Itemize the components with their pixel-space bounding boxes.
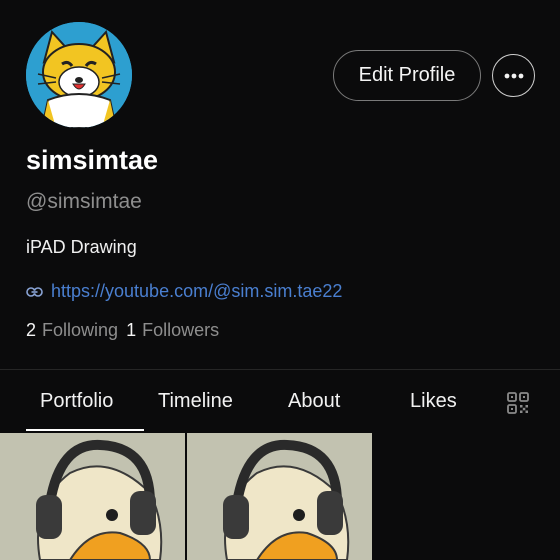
link-icon bbox=[26, 286, 43, 297]
followers-count[interactable]: 1 bbox=[126, 320, 136, 341]
profile-link[interactable]: https://youtube.com/@sim.sim.tae22 bbox=[26, 281, 342, 302]
profile-tabs: Portfolio Timeline About Likes bbox=[0, 372, 560, 432]
portfolio-grid bbox=[0, 433, 560, 560]
divider bbox=[0, 369, 560, 370]
tab-about[interactable]: About bbox=[288, 390, 340, 413]
follow-stats: 2 Following 1 Followers bbox=[26, 320, 221, 341]
display-name: simsimtae bbox=[26, 145, 159, 175]
edit-profile-button[interactable]: Edit Profile bbox=[333, 50, 481, 101]
profile-link-text[interactable]: https://youtube.com/@sim.sim.tae22 bbox=[51, 281, 342, 302]
cat-avatar-illustration bbox=[26, 22, 132, 128]
portfolio-item[interactable] bbox=[0, 433, 185, 560]
tab-likes[interactable]: Likes bbox=[410, 390, 457, 413]
more-button[interactable] bbox=[492, 54, 535, 97]
more-horizontal-icon bbox=[504, 73, 523, 78]
following-label[interactable]: Following bbox=[42, 320, 118, 341]
tab-timeline[interactable]: Timeline bbox=[158, 390, 233, 413]
portfolio-thumbnail bbox=[0, 433, 185, 560]
portfolio-item[interactable] bbox=[187, 433, 372, 560]
qr-code-icon[interactable] bbox=[506, 391, 530, 415]
followers-label[interactable]: Followers bbox=[142, 320, 219, 341]
user-handle: @simsimtae bbox=[26, 190, 142, 213]
active-tab-indicator bbox=[26, 429, 144, 431]
bio-text: iPAD Drawing bbox=[26, 237, 137, 257]
portfolio-thumbnail bbox=[187, 433, 372, 560]
following-count[interactable]: 2 bbox=[26, 320, 36, 341]
tab-portfolio[interactable]: Portfolio bbox=[40, 390, 113, 413]
avatar[interactable] bbox=[26, 22, 132, 128]
